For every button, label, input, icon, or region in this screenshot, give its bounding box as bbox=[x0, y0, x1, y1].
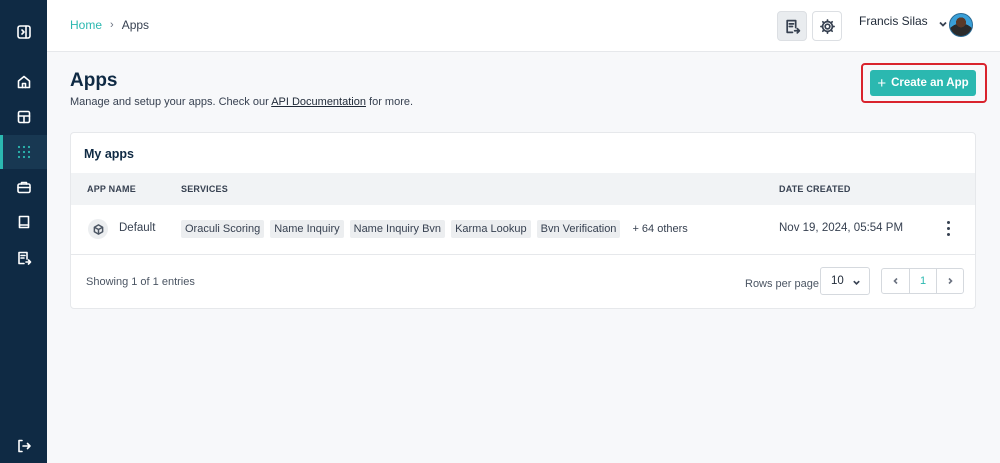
chevron-right-icon: › bbox=[110, 19, 114, 31]
previous-page-button[interactable] bbox=[882, 269, 909, 293]
logout-icon bbox=[17, 439, 31, 453]
sidebar bbox=[0, 0, 47, 463]
grid-dots-icon bbox=[17, 145, 30, 159]
document-export-icon bbox=[785, 19, 800, 34]
chevron-right-icon bbox=[948, 277, 953, 285]
chevron-down-icon bbox=[938, 16, 948, 27]
subtitle-text-end: for more. bbox=[365, 96, 414, 108]
sidebar-item-services[interactable] bbox=[0, 170, 47, 204]
services-list: Oraculi Scoring Name Inquiry Name Inquir… bbox=[181, 220, 688, 238]
service-tag: Name Inquiry bbox=[270, 220, 344, 238]
sidebar-item-apps[interactable] bbox=[0, 135, 47, 169]
breadcrumb: Home › Apps bbox=[70, 18, 149, 32]
table-header: APP NAME SERVICES DATE CREATED bbox=[71, 173, 975, 205]
table-row[interactable]: Default Oraculi Scoring Name Inquiry Nam… bbox=[71, 205, 975, 255]
home-icon bbox=[17, 75, 30, 89]
api-documentation-link[interactable]: API Documentation bbox=[271, 96, 366, 108]
sidebar-toggle-button[interactable] bbox=[0, 15, 47, 49]
layout-icon bbox=[17, 110, 30, 124]
service-tag: Name Inquiry Bvn bbox=[349, 220, 446, 238]
rows-per-page-label: Rows per page bbox=[745, 278, 819, 290]
my-apps-card: My apps APP NAME SERVICES DATE CREATED D… bbox=[70, 132, 976, 309]
documentation-button[interactable] bbox=[777, 11, 807, 41]
top-header: Home › Apps Francis Silas bbox=[47, 0, 1000, 52]
panel-toggle-icon bbox=[16, 25, 31, 39]
services-others-count: + 64 others bbox=[632, 223, 688, 235]
cube-icon bbox=[88, 219, 108, 239]
settings-button[interactable] bbox=[812, 11, 842, 41]
sidebar-item-dashboard[interactable] bbox=[0, 100, 47, 134]
briefcase-icon bbox=[16, 181, 31, 194]
rows-per-page-value: 10 bbox=[831, 275, 844, 287]
card-title: My apps bbox=[84, 147, 135, 161]
sidebar-item-reports[interactable] bbox=[0, 241, 47, 275]
page-number-button[interactable]: 1 bbox=[909, 269, 936, 293]
create-app-label: Create an App bbox=[891, 77, 969, 89]
user-name: Francis Silas bbox=[859, 14, 928, 28]
more-options-icon[interactable] bbox=[943, 218, 953, 238]
date-created: Nov 19, 2024, 05:54 PM bbox=[779, 222, 904, 234]
breadcrumb-home-link[interactable]: Home bbox=[70, 18, 102, 32]
page-subtitle: Manage and setup your apps. Check our AP… bbox=[70, 96, 413, 108]
column-header-date-created: DATE CREATED bbox=[779, 184, 851, 194]
user-menu[interactable]: Francis Silas bbox=[859, 14, 948, 28]
entries-info: Showing 1 of 1 entries bbox=[86, 276, 195, 288]
book-icon bbox=[18, 215, 29, 229]
column-header-app-name: APP NAME bbox=[87, 184, 136, 194]
gear-icon bbox=[819, 18, 835, 34]
next-page-button[interactable] bbox=[936, 269, 963, 293]
service-tag: Karma Lookup bbox=[451, 220, 531, 238]
app-name: Default bbox=[119, 222, 156, 234]
avatar[interactable] bbox=[949, 13, 973, 37]
rows-per-page-select[interactable]: 10 bbox=[820, 267, 870, 295]
column-header-services: SERVICES bbox=[181, 184, 228, 194]
sidebar-logout-button[interactable] bbox=[0, 429, 47, 463]
breadcrumb-current: Apps bbox=[121, 18, 150, 32]
service-tag: Oraculi Scoring bbox=[181, 220, 265, 238]
subtitle-text: Manage and setup your apps. Check our bbox=[70, 96, 272, 108]
sidebar-item-home[interactable] bbox=[0, 65, 47, 99]
pagination: 1 bbox=[881, 268, 964, 294]
page-title: Apps bbox=[70, 70, 118, 91]
plus-icon: + bbox=[877, 74, 887, 92]
document-export-icon bbox=[17, 251, 31, 265]
sidebar-item-docs[interactable] bbox=[0, 205, 47, 239]
chevron-down-icon bbox=[853, 280, 860, 285]
service-tag: Bvn Verification bbox=[536, 220, 621, 238]
chevron-left-icon bbox=[892, 277, 898, 285]
create-app-button[interactable]: + Create an App bbox=[870, 70, 976, 96]
